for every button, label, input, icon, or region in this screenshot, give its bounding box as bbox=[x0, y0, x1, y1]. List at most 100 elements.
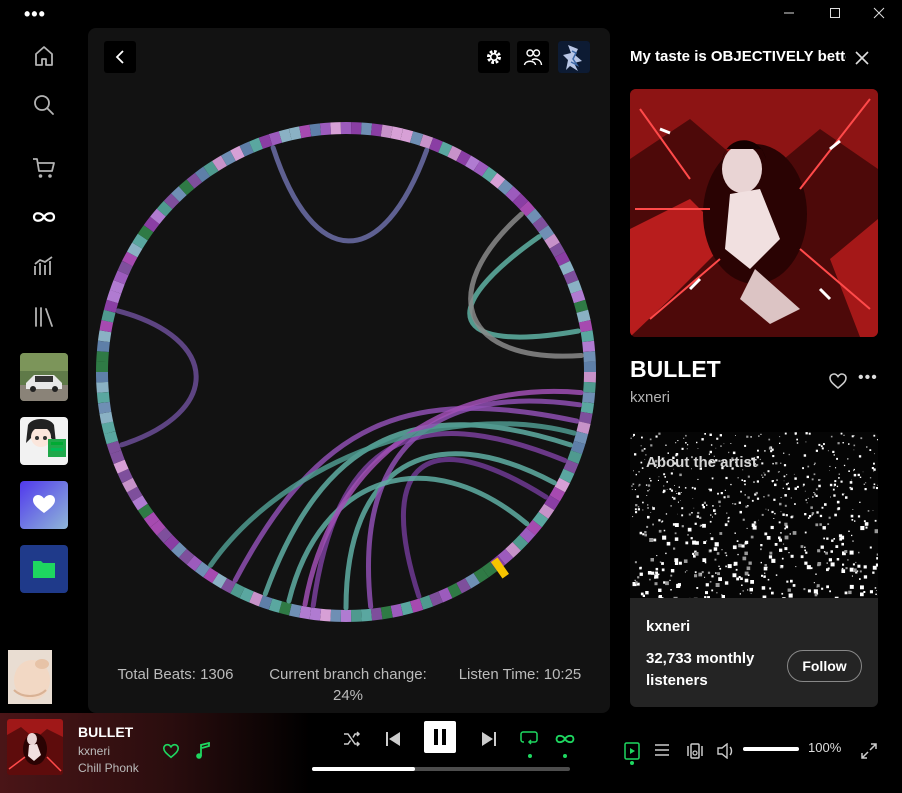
local-files-folder-icon[interactable] bbox=[20, 545, 68, 593]
beat-segment bbox=[380, 605, 393, 620]
beat-segment bbox=[400, 601, 414, 616]
now-playing-cover[interactable] bbox=[7, 719, 63, 775]
beat-segment bbox=[400, 128, 414, 143]
liked-songs-heart-icon[interactable] bbox=[20, 481, 68, 529]
infinity-icon[interactable] bbox=[28, 201, 60, 233]
pause-button[interactable] bbox=[424, 721, 456, 753]
about-artist-name[interactable]: kxneri bbox=[646, 618, 690, 635]
library-icon[interactable] bbox=[28, 301, 60, 333]
beat-segment bbox=[163, 193, 180, 210]
beat-segment bbox=[143, 511, 160, 528]
users-icon[interactable] bbox=[517, 41, 549, 73]
track-title[interactable]: BULLET bbox=[78, 724, 133, 740]
beat-segment bbox=[473, 567, 489, 584]
beat-segment bbox=[309, 123, 322, 137]
beat-segment bbox=[538, 503, 555, 519]
beat-segment bbox=[132, 233, 148, 249]
beat-segment bbox=[212, 572, 228, 589]
beat-wheel bbox=[95, 122, 597, 622]
follow-button[interactable]: Follow bbox=[787, 650, 862, 682]
listen-time: Listen Time: 10:25 bbox=[458, 666, 582, 683]
album-cover bbox=[630, 89, 878, 337]
beat-segment bbox=[554, 477, 570, 493]
panel-song-artist[interactable]: kxneri bbox=[630, 389, 670, 406]
beat-segment bbox=[497, 548, 514, 565]
profile-avatar[interactable] bbox=[558, 41, 590, 73]
beat-segment bbox=[97, 330, 112, 343]
shuffle-icon[interactable] bbox=[340, 727, 364, 751]
progress-bar[interactable] bbox=[312, 767, 570, 771]
infinite-play-icon[interactable] bbox=[553, 727, 577, 751]
total-beats: Total Beats: 1306 bbox=[117, 666, 234, 683]
beat-segment bbox=[370, 607, 383, 621]
beat-segment bbox=[122, 251, 138, 267]
beat-segment bbox=[186, 555, 203, 572]
app-menu-icon[interactable]: ••• bbox=[24, 4, 46, 25]
about-artist-card[interactable]: About the artist kxneri 32,733 monthly l… bbox=[630, 432, 878, 707]
connect-device-icon[interactable] bbox=[683, 739, 707, 763]
friend-avatar[interactable] bbox=[8, 650, 52, 704]
now-playing-panel: My taste is OBJECTIVELY better BULLET kx… bbox=[614, 28, 902, 713]
beat-segment bbox=[559, 468, 575, 484]
beat-segment bbox=[576, 309, 591, 323]
minimize-icon[interactable] bbox=[766, 4, 812, 24]
beat-segment bbox=[583, 351, 596, 363]
like-heart-icon[interactable] bbox=[828, 371, 848, 391]
more-options-icon[interactable]: ••• bbox=[858, 369, 878, 387]
track-artist[interactable]: kxneri bbox=[78, 744, 110, 758]
beat-segment bbox=[519, 200, 536, 217]
beat-segment bbox=[96, 391, 110, 404]
add-heart-icon[interactable] bbox=[159, 739, 183, 763]
stats-icon[interactable] bbox=[28, 250, 60, 282]
beat-segment bbox=[278, 601, 292, 616]
beat-segment bbox=[319, 608, 332, 622]
beat-segment bbox=[126, 486, 143, 502]
beat-segment bbox=[186, 172, 203, 189]
player-bar: BULLET kxneri Chill Phonk 100% bbox=[0, 713, 902, 793]
music-note-icon[interactable] bbox=[191, 739, 215, 763]
next-icon[interactable] bbox=[477, 727, 501, 751]
beat-segment bbox=[573, 299, 589, 313]
beat-segment bbox=[249, 137, 264, 153]
track-genre: Chill Phonk bbox=[78, 761, 139, 775]
beat-segment bbox=[554, 251, 570, 267]
now-playing-view-icon[interactable] bbox=[620, 739, 644, 763]
anime-playlist-thumb[interactable] bbox=[20, 417, 68, 465]
repeat-active-dot bbox=[528, 754, 532, 758]
beat-segment bbox=[171, 542, 187, 558]
beat-segment bbox=[230, 582, 245, 599]
search-icon[interactable] bbox=[28, 89, 60, 121]
repeat-icon[interactable] bbox=[517, 727, 541, 751]
close-panel-icon[interactable] bbox=[850, 46, 874, 70]
back-icon[interactable] bbox=[104, 41, 136, 73]
maximize-icon[interactable] bbox=[812, 4, 858, 24]
progress-fill bbox=[312, 767, 416, 771]
beat-segment bbox=[578, 320, 593, 333]
queue-icon[interactable] bbox=[650, 739, 674, 763]
beat-segment bbox=[96, 381, 109, 393]
volume-icon[interactable] bbox=[714, 739, 738, 763]
beat-segment bbox=[505, 186, 521, 202]
beat-segment bbox=[99, 320, 114, 333]
beat-segment bbox=[428, 137, 443, 153]
beat-segment bbox=[481, 561, 498, 578]
beat-segment bbox=[299, 124, 312, 139]
infinite-active-dot bbox=[563, 754, 567, 758]
settings-icon[interactable] bbox=[478, 41, 510, 73]
beat-segment bbox=[258, 595, 273, 610]
cart-icon[interactable] bbox=[28, 152, 60, 184]
fullscreen-icon[interactable] bbox=[857, 739, 881, 763]
beat-segment bbox=[117, 260, 133, 276]
beat-segment bbox=[150, 208, 166, 225]
previous-icon[interactable] bbox=[381, 727, 405, 751]
beat-segment bbox=[156, 200, 173, 217]
beat-segment bbox=[96, 340, 110, 353]
beat-segment bbox=[137, 503, 154, 519]
volume-slider[interactable] bbox=[743, 747, 799, 751]
beat-segment bbox=[580, 401, 595, 414]
close-window-icon[interactable] bbox=[856, 4, 902, 24]
home-icon[interactable] bbox=[28, 40, 60, 72]
beat-segment bbox=[122, 477, 138, 493]
beat-segment bbox=[512, 534, 529, 551]
car-playlist-thumb[interactable] bbox=[20, 353, 68, 401]
